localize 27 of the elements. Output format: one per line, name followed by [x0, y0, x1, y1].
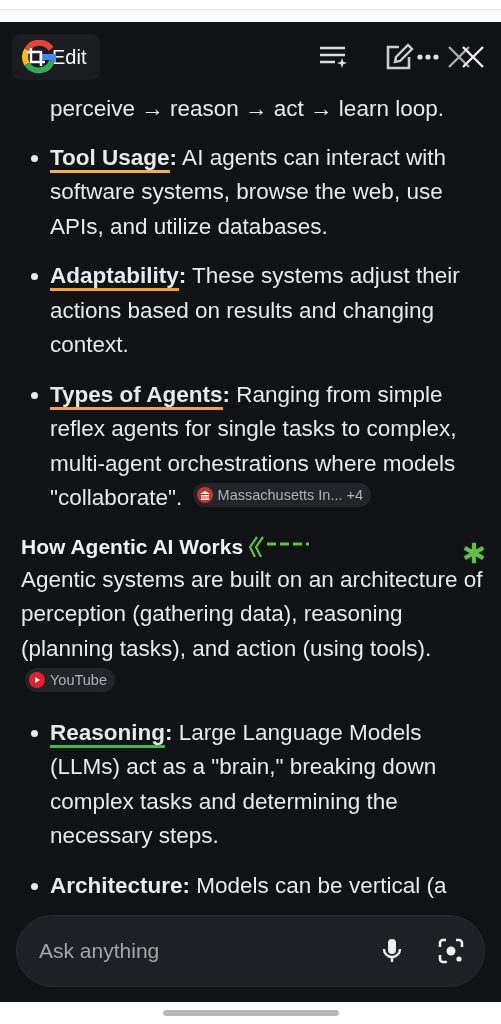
paragraph-text: Agentic systems are built on an architecture of perception (gathering data), reasoning (planning tasks), and action (using tools). YouTube: [21, 562, 487, 701]
microphone-icon[interactable]: [382, 938, 402, 964]
annotation-arrow-icon: [247, 535, 310, 558]
paragraph-text: perceive → reason → act → learn loop.: [50, 95, 445, 123]
crop-icon: [26, 47, 46, 67]
more-icon[interactable]: [417, 53, 439, 61]
bullet-dot: [31, 882, 38, 890]
bullet-dot: [31, 273, 38, 280]
section-heading: How Agentic AI Works: [21, 533, 244, 560]
bullet-text: Tool Usage: AI agents can interact with software systems, browse the web, use APIs, and utilize databases.: [50, 143, 447, 241]
bullet-dot: [31, 391, 38, 399]
institution-icon: [196, 487, 213, 503]
bullet-text: Architecture: Models can be vertical (a: [50, 871, 448, 900]
play-icon: [29, 672, 45, 688]
edit-icon[interactable]: [385, 43, 415, 71]
source-chip[interactable]: YouTube: [25, 668, 115, 692]
bullet-text: Types of Agents: Ranging from simple reflex agents for single tasks to complex, multi-agent orchestrations where models "collaborate". Massachusetts In... +4: [50, 380, 458, 512]
bullet-dot: [31, 154, 38, 162]
camera-lens-icon[interactable]: [438, 938, 464, 964]
close-icon[interactable]: [447, 45, 487, 69]
source-chip[interactable]: Massachusetts In... +4: [192, 483, 372, 507]
bullet-text: Adaptability: These systems adjust their actions based on results and changing context.: [50, 262, 461, 359]
asterisk-icon: [463, 541, 485, 564]
bullet-text: Reasoning: Large Language Models (LLMs) act as a "brain," breaking down complex tasks and determining the necessary steps.: [50, 718, 438, 850]
bullet-dot: [31, 729, 38, 737]
list-sparkle-icon[interactable]: [319, 44, 349, 70]
ask-field[interactable]: Ask anything: [37, 938, 360, 964]
